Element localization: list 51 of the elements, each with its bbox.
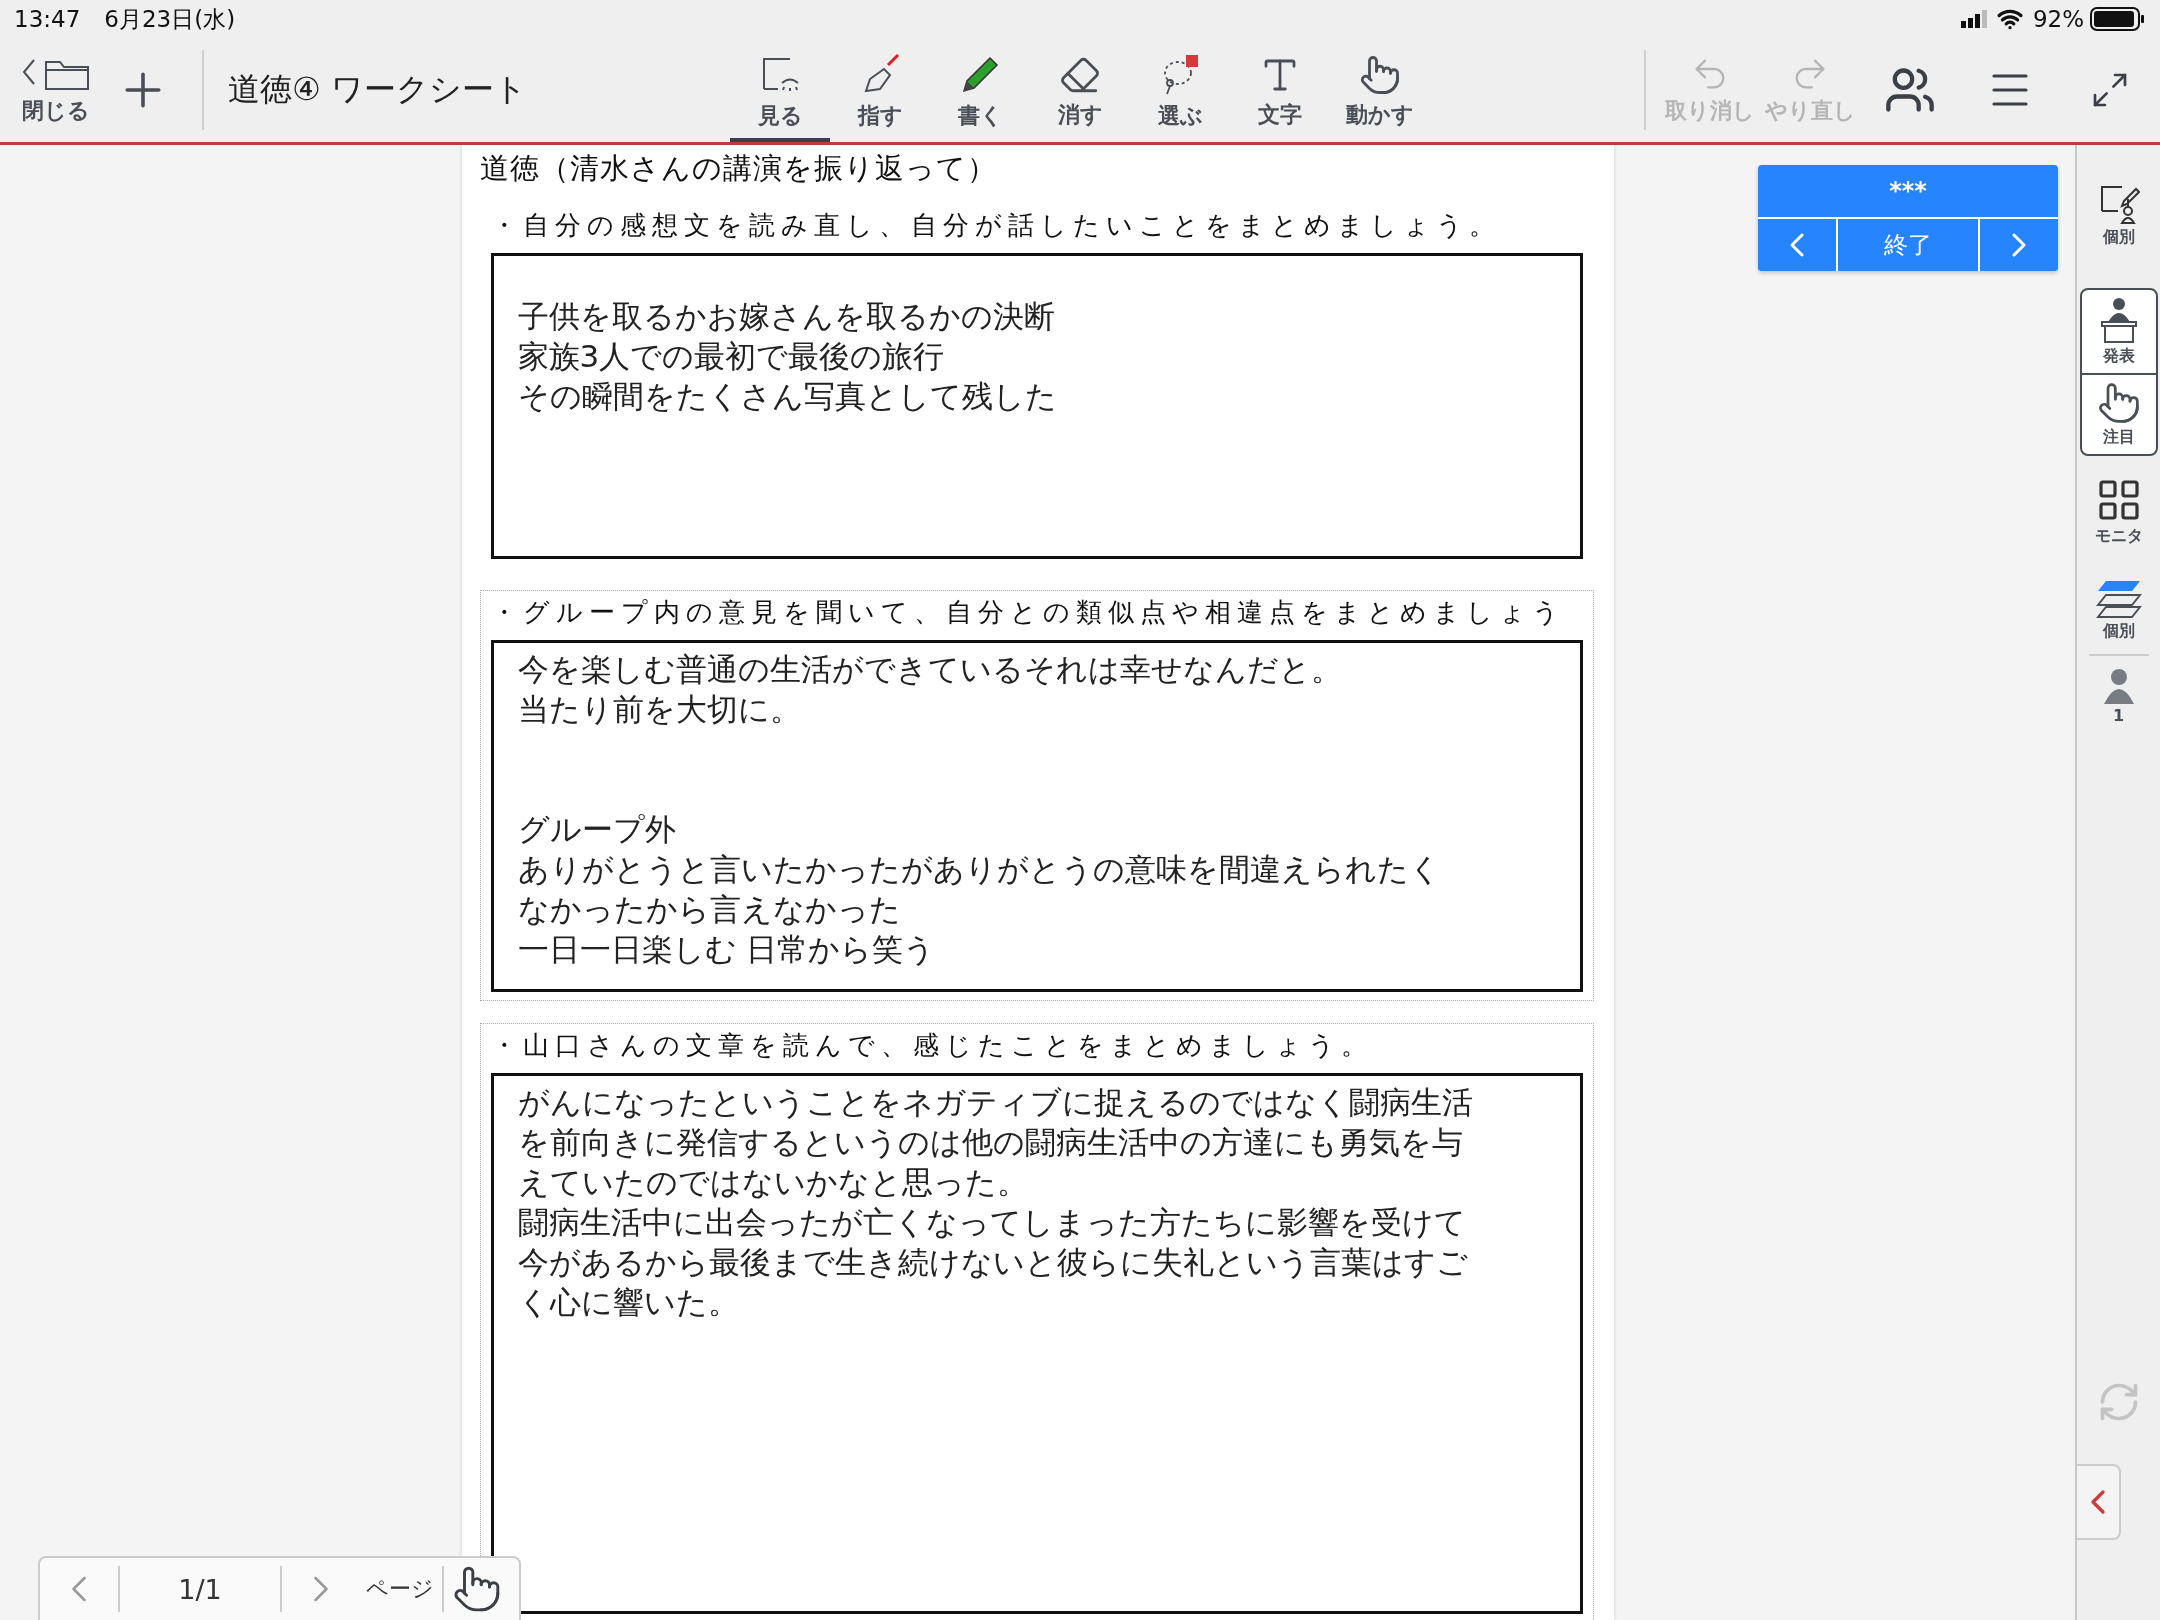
signal-icon [1960,10,1987,28]
answer-line: を前向きに発信するというのは他の闘病生活中の方達にも勇気を与 [517,1123,1464,1162]
user-button[interactable]: 1 [2081,662,2156,731]
battery-percent: 92% [2032,6,2084,32]
previous-button[interactable] [1758,219,1838,271]
layers-button[interactable]: 個別 [2081,573,2156,648]
answer-line: 子供を取るかお嫁さんを取るかの決断 [517,297,1056,336]
document-title: 道徳④ ワークシート [228,69,527,110]
answer-line: がんになったということをネガティブに捉えるのではなく闘病生活 [517,1083,1474,1122]
answer-line: ありがとうと言いたかったがありがとうの意味を間違えられたく [517,850,1442,889]
page-number: 1/1 [177,1573,223,1605]
layers-icon [2095,579,2142,619]
answer-line: なかったから言えなかった [517,890,902,929]
clock-time: 13:47 [14,6,81,32]
section-prompt: ・グループ内の意見を聞いて、自分との類似点や相違点をまとめましょう [490,596,1566,629]
answer-line: 家族3人での最初で最後の旅行 [517,337,946,376]
answer-box[interactable]: 今を楽しむ普通の生活ができているそれは幸せなんだと。 当たり前を大切に。 グループ外 ありがとうと言いたかったがありがとうの意味を間違えられたく なかったから言えなかった 一日一日楽しむ 日常から笑う [490,640,1583,992]
write-tool-button[interactable]: 書く [930,38,1030,142]
select-tool-button[interactable]: 選ぶ [1130,38,1230,142]
text-tool-button[interactable]: 文字 [1230,38,1330,142]
status-date: 6月23日(水) [104,4,236,34]
battery-icon [2090,7,2146,31]
hand-pointer-icon[interactable] [452,1564,502,1614]
page-label: ページ [365,1575,435,1603]
close-button[interactable]: 閉じる [14,54,98,126]
attention-button[interactable]: 注目 [2081,375,2156,454]
section-prompt: ・山口さんの文章を読んで、感じたことをまとめましょう。 [490,1029,1374,1062]
section-prompt: ・自分の感想文を読み直し、自分が話したいことをまとめましょう。 [490,209,1502,242]
monitor-button[interactable]: モニタ [2081,470,2156,553]
present-button[interactable]: 発表 [2081,290,2156,373]
answer-line: えていたのではないかなと思った。 [517,1163,1029,1202]
answer-line: 闘病生活中に出会ったが亡くなってしまった方たちに影響を受けて [517,1203,1467,1242]
collapse-tab[interactable] [2077,1464,2121,1540]
raised-finger-icon [2096,381,2141,425]
answer-line: 当たり前を大切に。 [517,690,802,729]
answer-line: グループ外 [517,810,677,849]
move-tool-button[interactable]: 動かす [1330,38,1430,142]
point-tool-button[interactable]: 指す [830,38,930,142]
person-icon [2101,668,2136,704]
worksheet-title: 道徳（清水さんの講演を振り返って） [479,150,998,187]
individual-button[interactable]: 個別 [2081,175,2156,254]
erase-tool-button[interactable]: 消す [1030,38,1130,142]
answer-line: 一日一日楽しむ 日常から笑う [517,930,937,969]
answer-line: 今を楽しむ普通の生活ができているそれは幸せなんだと。 [517,650,1343,689]
answer-line: く心に響いた。 [517,1283,740,1322]
next-button[interactable] [1978,219,2058,271]
answer-line: 今があるから最後まで生き続けないと彼らに失礼という言葉はすご [517,1243,1469,1282]
hand-pointer-icon [1359,54,1401,96]
answer-box[interactable]: がんになったということをネガティブに捉えるのではなく闘病生活 を前向きに発信するというのは他の闘病生活中の方達にも勇気を与 えていたのではないかなと思った。 闘病生活中に出会ったが亡くなってしまった方たちに影響を受けて 今があるから最後まで生き続けないと彼らに失礼という言葉はすご く心に響いた。 [490,1073,1583,1614]
answer-line: その瞬間をたくさん写真として残した [517,377,1058,416]
answer-box[interactable]: 子供を取るかお嫁さんを取るかの決断 家族3人での最初で最後の旅行 その瞬間をたくさん写真として残した [490,253,1583,559]
